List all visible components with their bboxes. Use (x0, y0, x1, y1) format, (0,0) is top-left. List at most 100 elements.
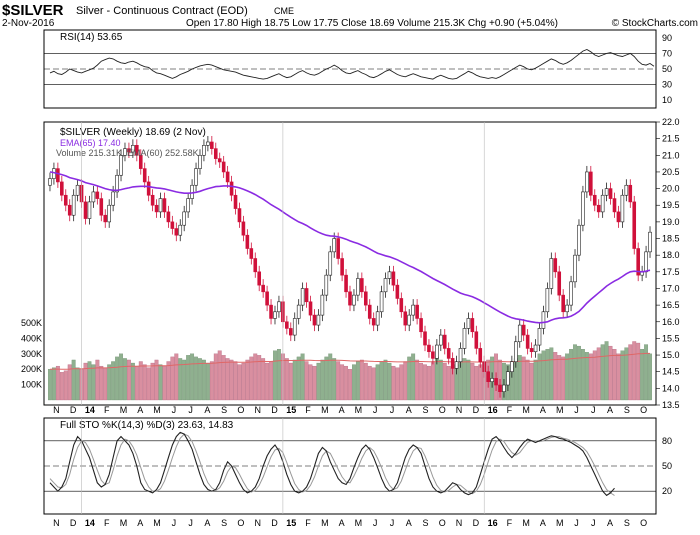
candle-body (253, 258, 258, 273)
volume-bar (202, 359, 206, 401)
candle-body (608, 188, 613, 199)
volume-bar (138, 361, 143, 401)
volume-bar (375, 364, 380, 401)
x-tick-label: J (188, 405, 193, 415)
volume-bar (608, 345, 613, 401)
price-tick-label: 16.0 (662, 317, 680, 327)
volume-bar (419, 362, 423, 401)
price-tick-label: 17.5 (662, 267, 680, 277)
candle-body (75, 184, 80, 196)
candle-body (67, 204, 72, 216)
candle-body (83, 201, 88, 219)
x-tick-label: M (355, 405, 363, 415)
candle-body (56, 168, 60, 183)
candle-body (107, 204, 111, 223)
volume-bar (87, 361, 92, 401)
volume-bar (292, 359, 297, 401)
rsi-tick-label: 70 (662, 48, 672, 58)
volume-bar (103, 367, 108, 401)
volume-bar (142, 364, 147, 401)
candle-body (387, 271, 392, 279)
price-axis: 22.0 21.5 21.0 20.5 20.0 19.5 19.0 18.5 18.0 17.5… (656, 117, 680, 410)
symbol-title: $SILVER (2, 2, 64, 19)
volume-bar (162, 365, 167, 401)
candle-body (529, 348, 534, 353)
volume-bar (442, 362, 447, 401)
volume-bar (577, 345, 581, 401)
sto-tick-label: 80 (662, 436, 672, 446)
volume-bar (592, 350, 597, 401)
volume-bar (363, 362, 368, 401)
candle-body (632, 201, 637, 249)
x-tick-label: S (422, 405, 428, 415)
volume-bar (261, 358, 266, 401)
x-tick-label: D (70, 518, 77, 528)
volume-bar (123, 358, 127, 401)
volume-tick-label: 300K (21, 349, 42, 359)
x-tick-label: S (221, 405, 227, 415)
candle-body (316, 314, 321, 326)
candle-body (178, 224, 183, 236)
description: Silver - Continuous Contract (EOD) (76, 5, 248, 17)
price-tick-label: 19.5 (662, 200, 680, 210)
volume-bar (557, 355, 562, 401)
volume-bar (427, 365, 431, 401)
candle-body (450, 358, 455, 369)
x-tick-label: J (172, 405, 177, 415)
candle-body (498, 384, 502, 392)
candle-body (494, 378, 498, 386)
volume-bar (600, 344, 605, 401)
x-tick-label: N (456, 518, 463, 528)
x-tick-label: A (204, 405, 210, 415)
x-tick-label: S (422, 518, 428, 528)
price-tick-label: 19.0 (662, 217, 680, 227)
volume-bar (628, 344, 633, 401)
candle-body (304, 288, 309, 303)
candle-body (644, 251, 648, 273)
candle-body (154, 204, 159, 213)
candle-body (320, 294, 325, 316)
candle-body (573, 254, 577, 283)
volume-bar (273, 350, 277, 401)
candle-body (277, 301, 281, 313)
candle-body (300, 288, 305, 306)
candle-body (198, 154, 202, 169)
rsi-legend: RSI(14) 53.65 (60, 32, 123, 43)
candle-body (395, 284, 400, 299)
candle-body (213, 148, 218, 159)
volume-bar (355, 361, 360, 401)
rsi-tick-label: 30 (662, 80, 672, 90)
volume-bar (411, 353, 416, 401)
volume-bar (371, 367, 376, 401)
price-tick-label: 14.0 (662, 383, 680, 393)
volume-bar (573, 344, 577, 401)
volume-bar (336, 361, 341, 401)
volume-bar (186, 355, 191, 401)
x-tick-label: A (540, 405, 546, 415)
x-tick-label: M (522, 405, 530, 415)
volume-bar (217, 350, 222, 401)
volume-bar (107, 364, 112, 401)
volume-bar (332, 358, 337, 401)
candle-body (182, 211, 186, 226)
volume-bar (225, 358, 230, 401)
x-tick-label: D (70, 405, 77, 415)
volume-bar (521, 356, 526, 401)
quote-line: Open 17.80 High 18.75 Low 17.75 Close 18… (186, 18, 558, 29)
x-tick-label: 16 (488, 405, 498, 415)
candle-body (411, 304, 415, 316)
volume-bar (407, 356, 412, 401)
volume-bar (415, 359, 420, 401)
candle-body (217, 158, 222, 163)
x-tick-label: M (522, 518, 530, 528)
candle-body (458, 348, 463, 363)
candle-body (427, 344, 431, 353)
volume-bar (545, 349, 550, 401)
price-tick-label: 21.0 (662, 150, 680, 160)
x-tick-label: O (640, 405, 647, 415)
candle-body (525, 334, 530, 349)
x-tick-label: M (321, 405, 329, 415)
volume-bar (580, 349, 585, 401)
volume-bar (166, 361, 171, 401)
x-tick-label: D (473, 405, 480, 415)
